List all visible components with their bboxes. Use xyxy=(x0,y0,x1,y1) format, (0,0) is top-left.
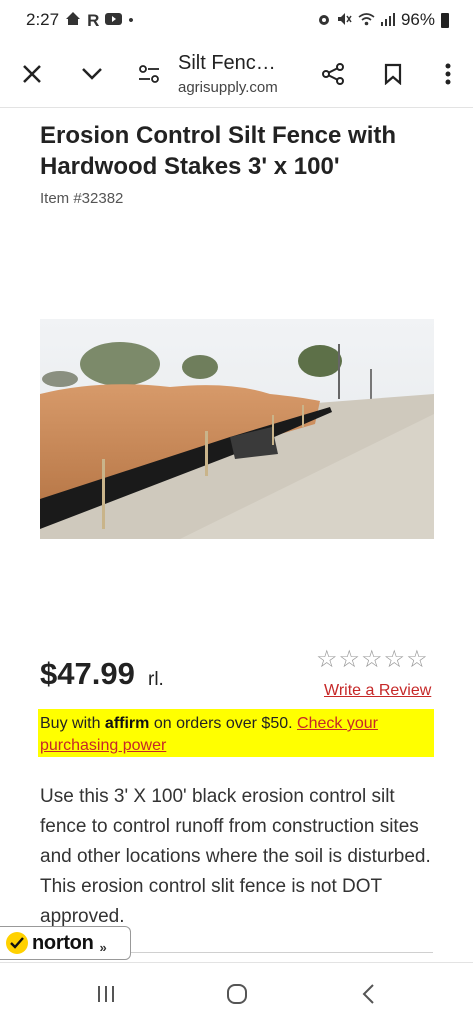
item-number: Item #32382 xyxy=(40,190,124,207)
star-empty-icon: ☆ xyxy=(406,646,428,673)
bookmark-button[interactable] xyxy=(363,44,423,104)
more-icon xyxy=(445,63,451,84)
signal-icon xyxy=(380,12,395,29)
recents-icon xyxy=(97,985,114,1002)
product-title: Erosion Control Silt Fence with Hardwood… xyxy=(40,122,397,180)
star-empty-icon: ☆ xyxy=(361,646,383,673)
affirm-logo: affirm xyxy=(104,715,150,732)
page-settings-button[interactable] xyxy=(122,44,176,104)
url-page-title: Silt Fenc… xyxy=(178,51,276,74)
norton-badge[interactable]: norton » xyxy=(0,926,131,960)
divider xyxy=(130,952,433,953)
norton-chevron: » xyxy=(99,939,107,955)
star-empty-icon: ☆ xyxy=(383,646,406,673)
share-button[interactable] xyxy=(303,44,363,104)
star-empty-icon: ☆ xyxy=(316,646,338,673)
star-empty-icon: ☆ xyxy=(338,646,361,673)
more-button[interactable] xyxy=(423,44,473,104)
collapse-button[interactable] xyxy=(62,44,122,104)
youtube-icon xyxy=(105,12,123,28)
product-description: Use this 3' X 100' black erosion control… xyxy=(40,786,431,927)
browser-toolbar: Silt Fenc… agrisupply.com xyxy=(0,40,473,108)
status-time: 2:27 xyxy=(26,10,60,29)
close-icon xyxy=(23,64,41,83)
share-icon xyxy=(322,62,344,85)
url-box[interactable]: Silt Fenc… agrisupply.com xyxy=(176,52,303,96)
mute-icon xyxy=(337,12,352,29)
affirm-middle: on orders over $50. xyxy=(149,715,298,732)
status-left: 2:27 R • xyxy=(26,10,134,30)
bookmark-icon xyxy=(384,63,402,85)
affirm-prefix: Buy with xyxy=(40,715,105,732)
checkmark-icon xyxy=(6,932,28,954)
system-nav-bar xyxy=(0,962,473,1024)
battery-icon xyxy=(441,12,449,28)
home-icon xyxy=(65,11,81,29)
status-bar: 2:27 R • 96% xyxy=(0,0,473,40)
chevron-down-icon xyxy=(82,67,102,80)
dot-icon: • xyxy=(128,11,134,29)
battery-percent: 96% xyxy=(400,10,435,29)
product-price: $47.99 xyxy=(40,656,135,691)
r-app-icon: R xyxy=(87,10,100,30)
norton-label: norton xyxy=(32,931,94,954)
affirm-banner: Buy with affirm on orders over $50. Chec… xyxy=(38,709,434,757)
price-unit: rl. xyxy=(148,669,164,690)
back-button[interactable] xyxy=(338,969,398,1019)
close-button[interactable] xyxy=(2,44,62,104)
url-domain: agrisupply.com xyxy=(178,78,278,96)
status-right: 96% xyxy=(317,10,449,30)
product-image[interactable] xyxy=(40,319,434,539)
write-review-link[interactable]: Write a Review xyxy=(324,682,431,700)
rating-stars[interactable]: ☆ ☆ ☆ ☆ ☆ xyxy=(316,648,428,672)
back-icon xyxy=(362,983,374,1004)
home-button[interactable] xyxy=(207,969,267,1019)
recents-button[interactable] xyxy=(76,969,136,1019)
home-circle-icon xyxy=(226,983,247,1004)
wifi-icon xyxy=(358,12,375,29)
alarm-icon xyxy=(317,12,331,29)
page-settings-icon xyxy=(139,64,159,83)
